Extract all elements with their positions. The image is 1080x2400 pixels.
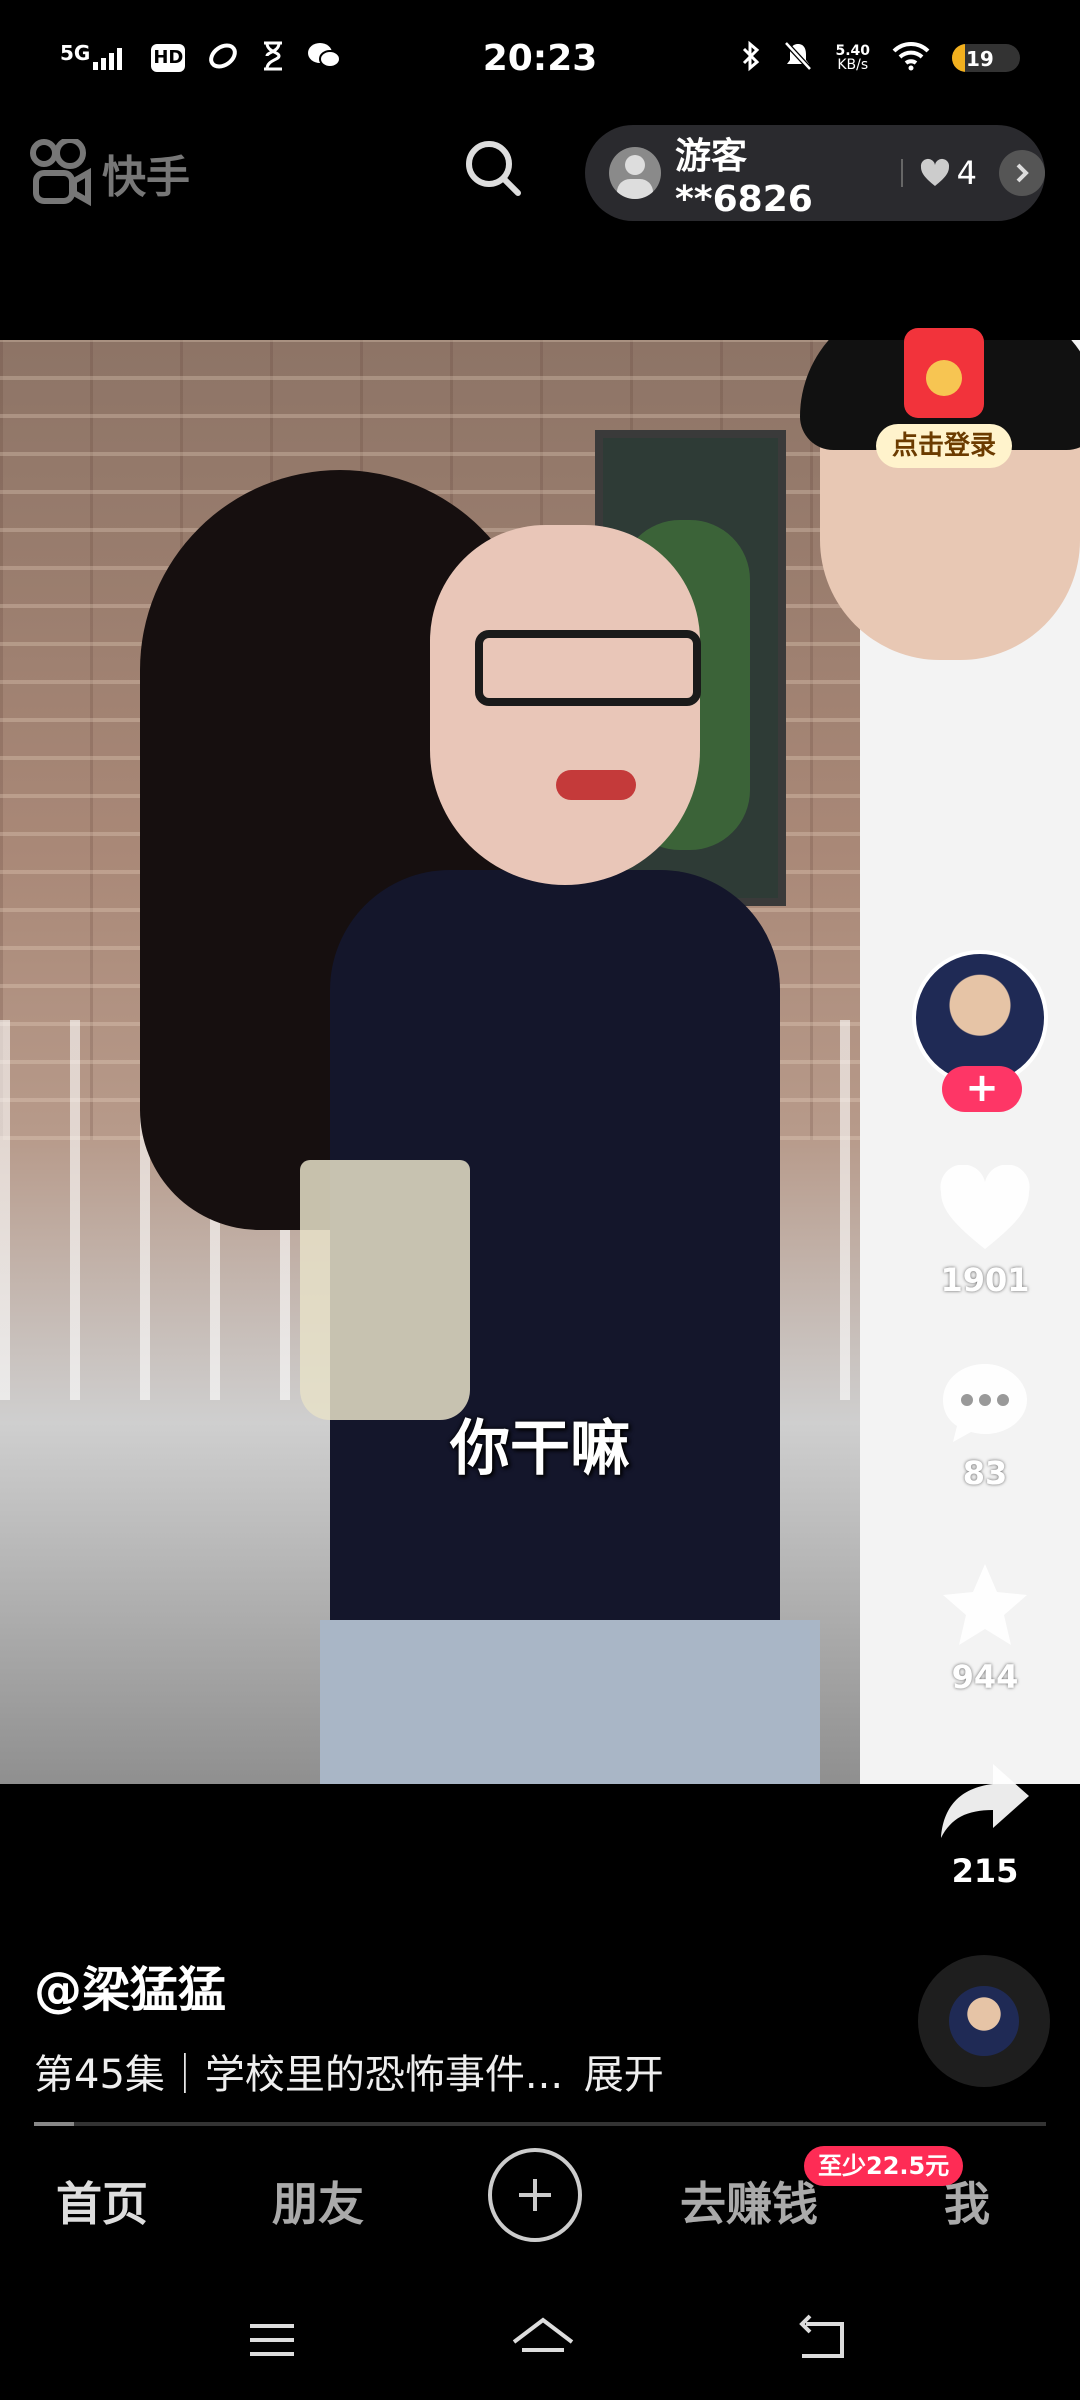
search-icon: [466, 141, 521, 196]
logo-text: 快手: [102, 152, 190, 203]
woman-lips: [556, 770, 636, 800]
earn-badge: 至少22.5元: [804, 2146, 964, 2186]
comment-button[interactable]: 83: [910, 1360, 1060, 1492]
video-progress-bar[interactable]: [34, 2122, 1046, 2126]
share-arrow-icon: [941, 1764, 1029, 1838]
status-right: 5.40 KB/s 19: [741, 40, 1020, 76]
battery-level: 19: [966, 47, 994, 71]
comment-count: 83: [962, 1454, 1008, 1492]
tab-home[interactable]: 首页: [56, 2168, 148, 2234]
tab-me[interactable]: 我: [944, 2168, 990, 2234]
status-bar: 5G HD 20:23 5.40 KB/s 19: [0, 0, 1080, 120]
video-progress-fill: [34, 2122, 75, 2126]
video-description[interactable]: 第45集｜学校里的恐怖事件... 展开: [34, 2042, 664, 2100]
redpacket-coin-icon: [926, 360, 962, 396]
share-button[interactable]: 215: [910, 1760, 1060, 1890]
kuaishou-logo[interactable]: 快手: [30, 139, 190, 207]
expand-link[interactable]: 展开: [584, 2052, 664, 2098]
pill-divider: [900, 159, 903, 187]
woman-glasses: [475, 630, 701, 706]
bluetooth-icon: [741, 40, 761, 76]
guest-name: 游客**6826: [674, 135, 813, 220]
heart-icon: [920, 158, 949, 186]
drink-cup: [300, 1160, 470, 1420]
woman-jeans: [320, 1620, 820, 1784]
guest-user-pill[interactable]: 游客**6826 4: [585, 125, 1045, 221]
bottom-nav: 首页 朋友 去赚钱 至少22.5元 我: [0, 2140, 1080, 2250]
comment-icon: [943, 1364, 1027, 1442]
author-name[interactable]: @梁猛猛: [34, 1950, 226, 2020]
star-icon: [943, 1564, 1027, 1645]
plus-icon: [519, 2179, 551, 2211]
net-speed: 5.40 KB/s: [835, 44, 870, 72]
heart-count: 4: [956, 154, 978, 192]
kuaishou-logo-icon: [30, 139, 91, 207]
back-button[interactable]: [792, 2310, 852, 2370]
heart-icon: [940, 1164, 1030, 1249]
tab-friends[interactable]: 朋友: [272, 2168, 364, 2234]
guest-avatar: [609, 147, 661, 199]
search-button[interactable]: [462, 137, 526, 201]
home-icon: [512, 2317, 574, 2352]
redpacket-login-button[interactable]: 点击登录: [870, 300, 1018, 490]
redpacket-label: 点击登录: [876, 424, 1012, 468]
battery-fill: [952, 44, 965, 72]
net-speed-value: 5.40: [835, 43, 870, 59]
like-count: 1901: [940, 1261, 1030, 1299]
back-icon: [799, 2314, 844, 2358]
chevron-right-icon[interactable]: [999, 150, 1045, 196]
share-count: 215: [951, 1852, 1019, 1890]
home-button[interactable]: [508, 2310, 578, 2370]
menu-icon: [250, 2324, 294, 2356]
favorite-count: 944: [951, 1658, 1019, 1696]
battery-icon: 19: [952, 44, 1020, 72]
app-bar: 快手 游客**6826 4: [0, 125, 1080, 225]
recent-apps-button[interactable]: [242, 2310, 302, 2370]
tab-earn[interactable]: 去赚钱: [680, 2168, 818, 2234]
create-button[interactable]: [488, 2148, 582, 2242]
music-disc[interactable]: [918, 1955, 1050, 2087]
music-cover: [949, 1986, 1019, 2056]
follow-button[interactable]: +: [942, 1066, 1022, 1112]
net-speed-unit: KB/s: [837, 57, 869, 73]
description-text: 第45集｜学校里的恐怖事件...: [34, 2052, 564, 2098]
wifi-icon: [892, 41, 930, 75]
mute-bell-icon: [783, 40, 813, 76]
like-button[interactable]: 1901: [910, 1164, 1060, 1299]
favorite-button[interactable]: 944: [910, 1560, 1060, 1696]
system-nav-bar: [0, 2290, 1080, 2380]
